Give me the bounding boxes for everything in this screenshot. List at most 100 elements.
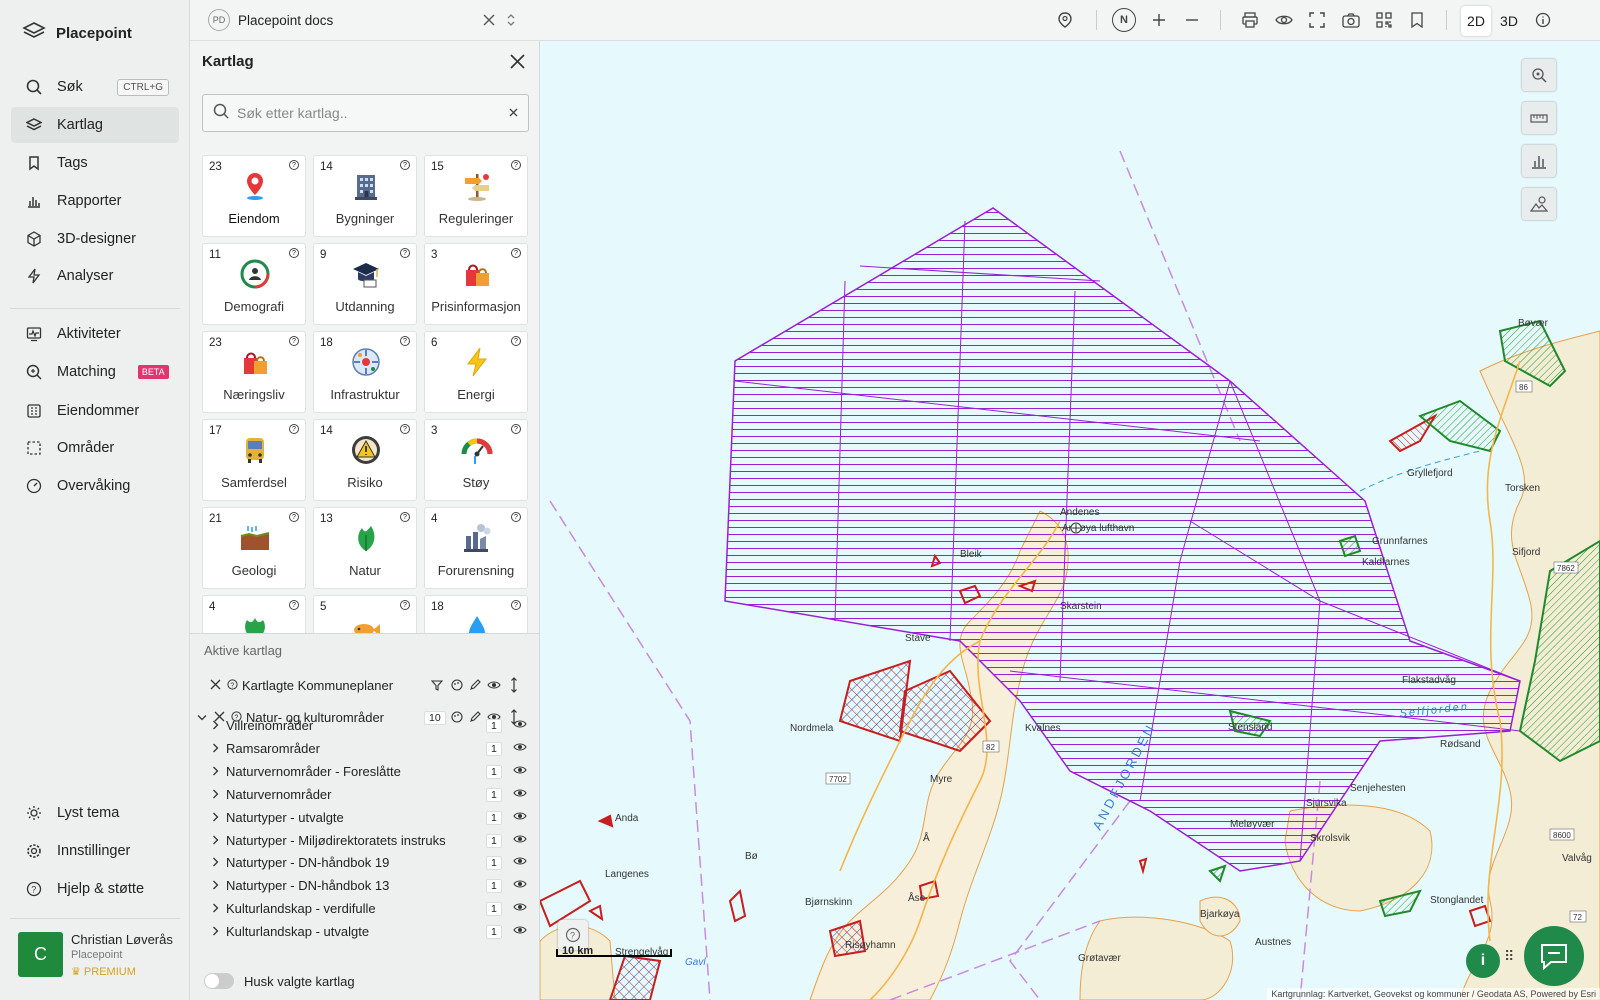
filter-icon[interactable]	[430, 679, 444, 694]
nav-item-sok[interactable]: Søk CTRL+G	[11, 69, 179, 105]
chevron-right-icon[interactable]	[212, 810, 219, 825]
sublayer-row[interactable]: Naturtyper - DN-håndbok 19 1	[190, 851, 539, 874]
compass-north-button[interactable]: N	[1112, 8, 1136, 32]
layer-search-input[interactable]	[237, 105, 501, 121]
nav-item-kartlag[interactable]: Kartlag	[11, 107, 179, 143]
eye-icon[interactable]	[513, 878, 527, 893]
sublayer-row[interactable]: Naturvernområder - Foreslåtte 1	[190, 760, 539, 783]
help-icon[interactable]: ?	[511, 424, 521, 434]
info-button[interactable]: i	[1466, 944, 1500, 978]
mode-3d-button[interactable]: 3D	[1494, 6, 1524, 36]
chevron-right-icon[interactable]	[212, 764, 219, 779]
chevron-right-icon[interactable]	[212, 878, 219, 893]
eye-icon[interactable]	[513, 924, 527, 939]
category-tile-utdanning[interactable]: 9? Utdanning	[313, 243, 417, 325]
map-tool-statistics-button[interactable]	[1522, 145, 1556, 177]
category-tile-eiendom[interactable]: 23? Eiendom	[202, 155, 306, 237]
category-tile-risiko[interactable]: 14? Risiko	[313, 419, 417, 501]
map-tool-measure-button[interactable]	[1522, 102, 1556, 134]
nav-item-aktiviteter[interactable]: Aktiviteter	[11, 316, 179, 352]
sublayer-row[interactable]: Naturtyper - DN-håndbok 13 1	[190, 874, 539, 897]
category-tile-natur[interactable]: 13? Natur	[313, 507, 417, 589]
clear-search-icon[interactable]	[509, 104, 518, 122]
help-icon[interactable]: ?	[289, 248, 299, 258]
nav-item-overvaking[interactable]: Overvåking	[11, 468, 179, 504]
category-tile-bygninger[interactable]: 14? Bygninger	[313, 155, 417, 237]
mode-2d-button[interactable]: 2D	[1461, 6, 1491, 36]
qr-code-icon[interactable]	[1373, 9, 1395, 31]
category-tile-naeringsliv[interactable]: 23? Næringsliv	[202, 331, 306, 413]
sublayer-row[interactable]: Villreinområder 1	[190, 714, 539, 737]
map-canvas[interactable]: Andenes Andøya lufthavn Bleik Skarstein …	[540, 41, 1600, 1000]
help-icon[interactable]: ?	[289, 160, 299, 170]
help-icon[interactable]: ?	[227, 678, 238, 693]
zoom-out-icon[interactable]	[1181, 9, 1203, 31]
active-layer-row[interactable]: ? Kartlagte Kommuneplaner	[190, 674, 539, 697]
help-icon[interactable]: ?	[400, 512, 410, 522]
zoom-in-icon[interactable]	[1148, 9, 1170, 31]
chevron-right-icon[interactable]	[212, 833, 219, 848]
category-tile-forurensning[interactable]: 4? Forurensning	[424, 507, 528, 589]
eye-icon[interactable]	[513, 741, 527, 756]
help-icon[interactable]: ?	[289, 336, 299, 346]
reorder-icon[interactable]	[510, 677, 518, 696]
help-icon[interactable]: ?	[289, 600, 299, 610]
palette-icon[interactable]	[451, 679, 463, 694]
info-icon[interactable]	[1532, 9, 1554, 31]
eye-icon[interactable]	[487, 679, 501, 694]
bookmark-icon[interactable]	[1406, 9, 1428, 31]
sublayer-row[interactable]: Ramsarområder 1	[190, 737, 539, 760]
chevron-right-icon[interactable]	[212, 924, 219, 939]
camera-icon[interactable]	[1340, 9, 1362, 31]
nav-item-hjelp[interactable]: ? Hjelp & støtte	[11, 871, 179, 907]
nav-item-innstillinger[interactable]: Innstillinger	[11, 833, 179, 869]
nav-item-eiendommer[interactable]: Eiendommer	[11, 393, 179, 429]
chevron-right-icon[interactable]	[212, 741, 219, 756]
category-tile-reguleringer[interactable]: 15? Reguleringer	[424, 155, 528, 237]
chat-button[interactable]	[1524, 926, 1584, 986]
help-icon[interactable]: ?	[511, 248, 521, 258]
help-icon[interactable]: ?	[400, 424, 410, 434]
remember-layers-toggle[interactable]	[204, 973, 234, 989]
document-selector[interactable]: PD Placepoint docs	[208, 9, 333, 31]
help-icon[interactable]: ?	[511, 160, 521, 170]
eye-icon[interactable]	[513, 764, 527, 779]
eye-icon[interactable]	[513, 833, 527, 848]
eye-icon[interactable]	[513, 718, 527, 733]
sublayer-row[interactable]: Kulturlandskap - verdifulle 1	[190, 897, 539, 920]
remove-layer-icon[interactable]	[210, 678, 221, 693]
sublayer-row[interactable]: Naturtyper - Miljødirektoratets instruks…	[190, 829, 539, 852]
eye-icon[interactable]	[513, 901, 527, 916]
sublayer-row[interactable]: Naturtyper - utvalgte 1	[190, 806, 539, 829]
help-icon[interactable]: ?	[400, 336, 410, 346]
sublayer-row[interactable]: Kulturlandskap - utvalgte 1	[190, 920, 539, 943]
help-icon[interactable]: ?	[511, 600, 521, 610]
chevron-right-icon[interactable]	[212, 787, 219, 802]
clear-document-icon[interactable]	[478, 9, 500, 31]
fullscreen-icon[interactable]	[1306, 9, 1328, 31]
help-icon[interactable]: ?	[400, 600, 410, 610]
category-tile-energi[interactable]: 6? Energi	[424, 331, 528, 413]
help-icon[interactable]: ?	[400, 160, 410, 170]
eye-icon[interactable]	[513, 787, 527, 802]
nav-item-3d-designer[interactable]: 3D-designer	[11, 221, 179, 257]
chevron-right-icon[interactable]	[212, 855, 219, 870]
eye-icon[interactable]	[513, 810, 527, 825]
category-tile-infrastruktur[interactable]: 18? Infrastruktur	[313, 331, 417, 413]
help-icon[interactable]: ?	[289, 424, 299, 434]
nav-item-analyser[interactable]: Analyser	[11, 258, 179, 294]
nav-item-tags[interactable]: Tags	[11, 145, 179, 181]
help-icon[interactable]: ?	[400, 248, 410, 258]
category-tile-samferdsel[interactable]: 17? Samferdsel	[202, 419, 306, 501]
print-icon[interactable]	[1239, 9, 1261, 31]
chevron-updown-icon[interactable]	[500, 9, 522, 31]
help-icon[interactable]: ?	[289, 512, 299, 522]
category-tile-geologi[interactable]: 21? Geologi	[202, 507, 306, 589]
close-icon[interactable]	[509, 53, 526, 75]
eye-icon[interactable]	[1273, 9, 1295, 31]
chevron-right-icon[interactable]	[212, 901, 219, 916]
eye-icon[interactable]	[513, 855, 527, 870]
help-icon[interactable]: ?	[511, 336, 521, 346]
map-tool-locate-button[interactable]	[1522, 59, 1556, 91]
nav-item-matching[interactable]: Matching BETA	[11, 354, 179, 390]
